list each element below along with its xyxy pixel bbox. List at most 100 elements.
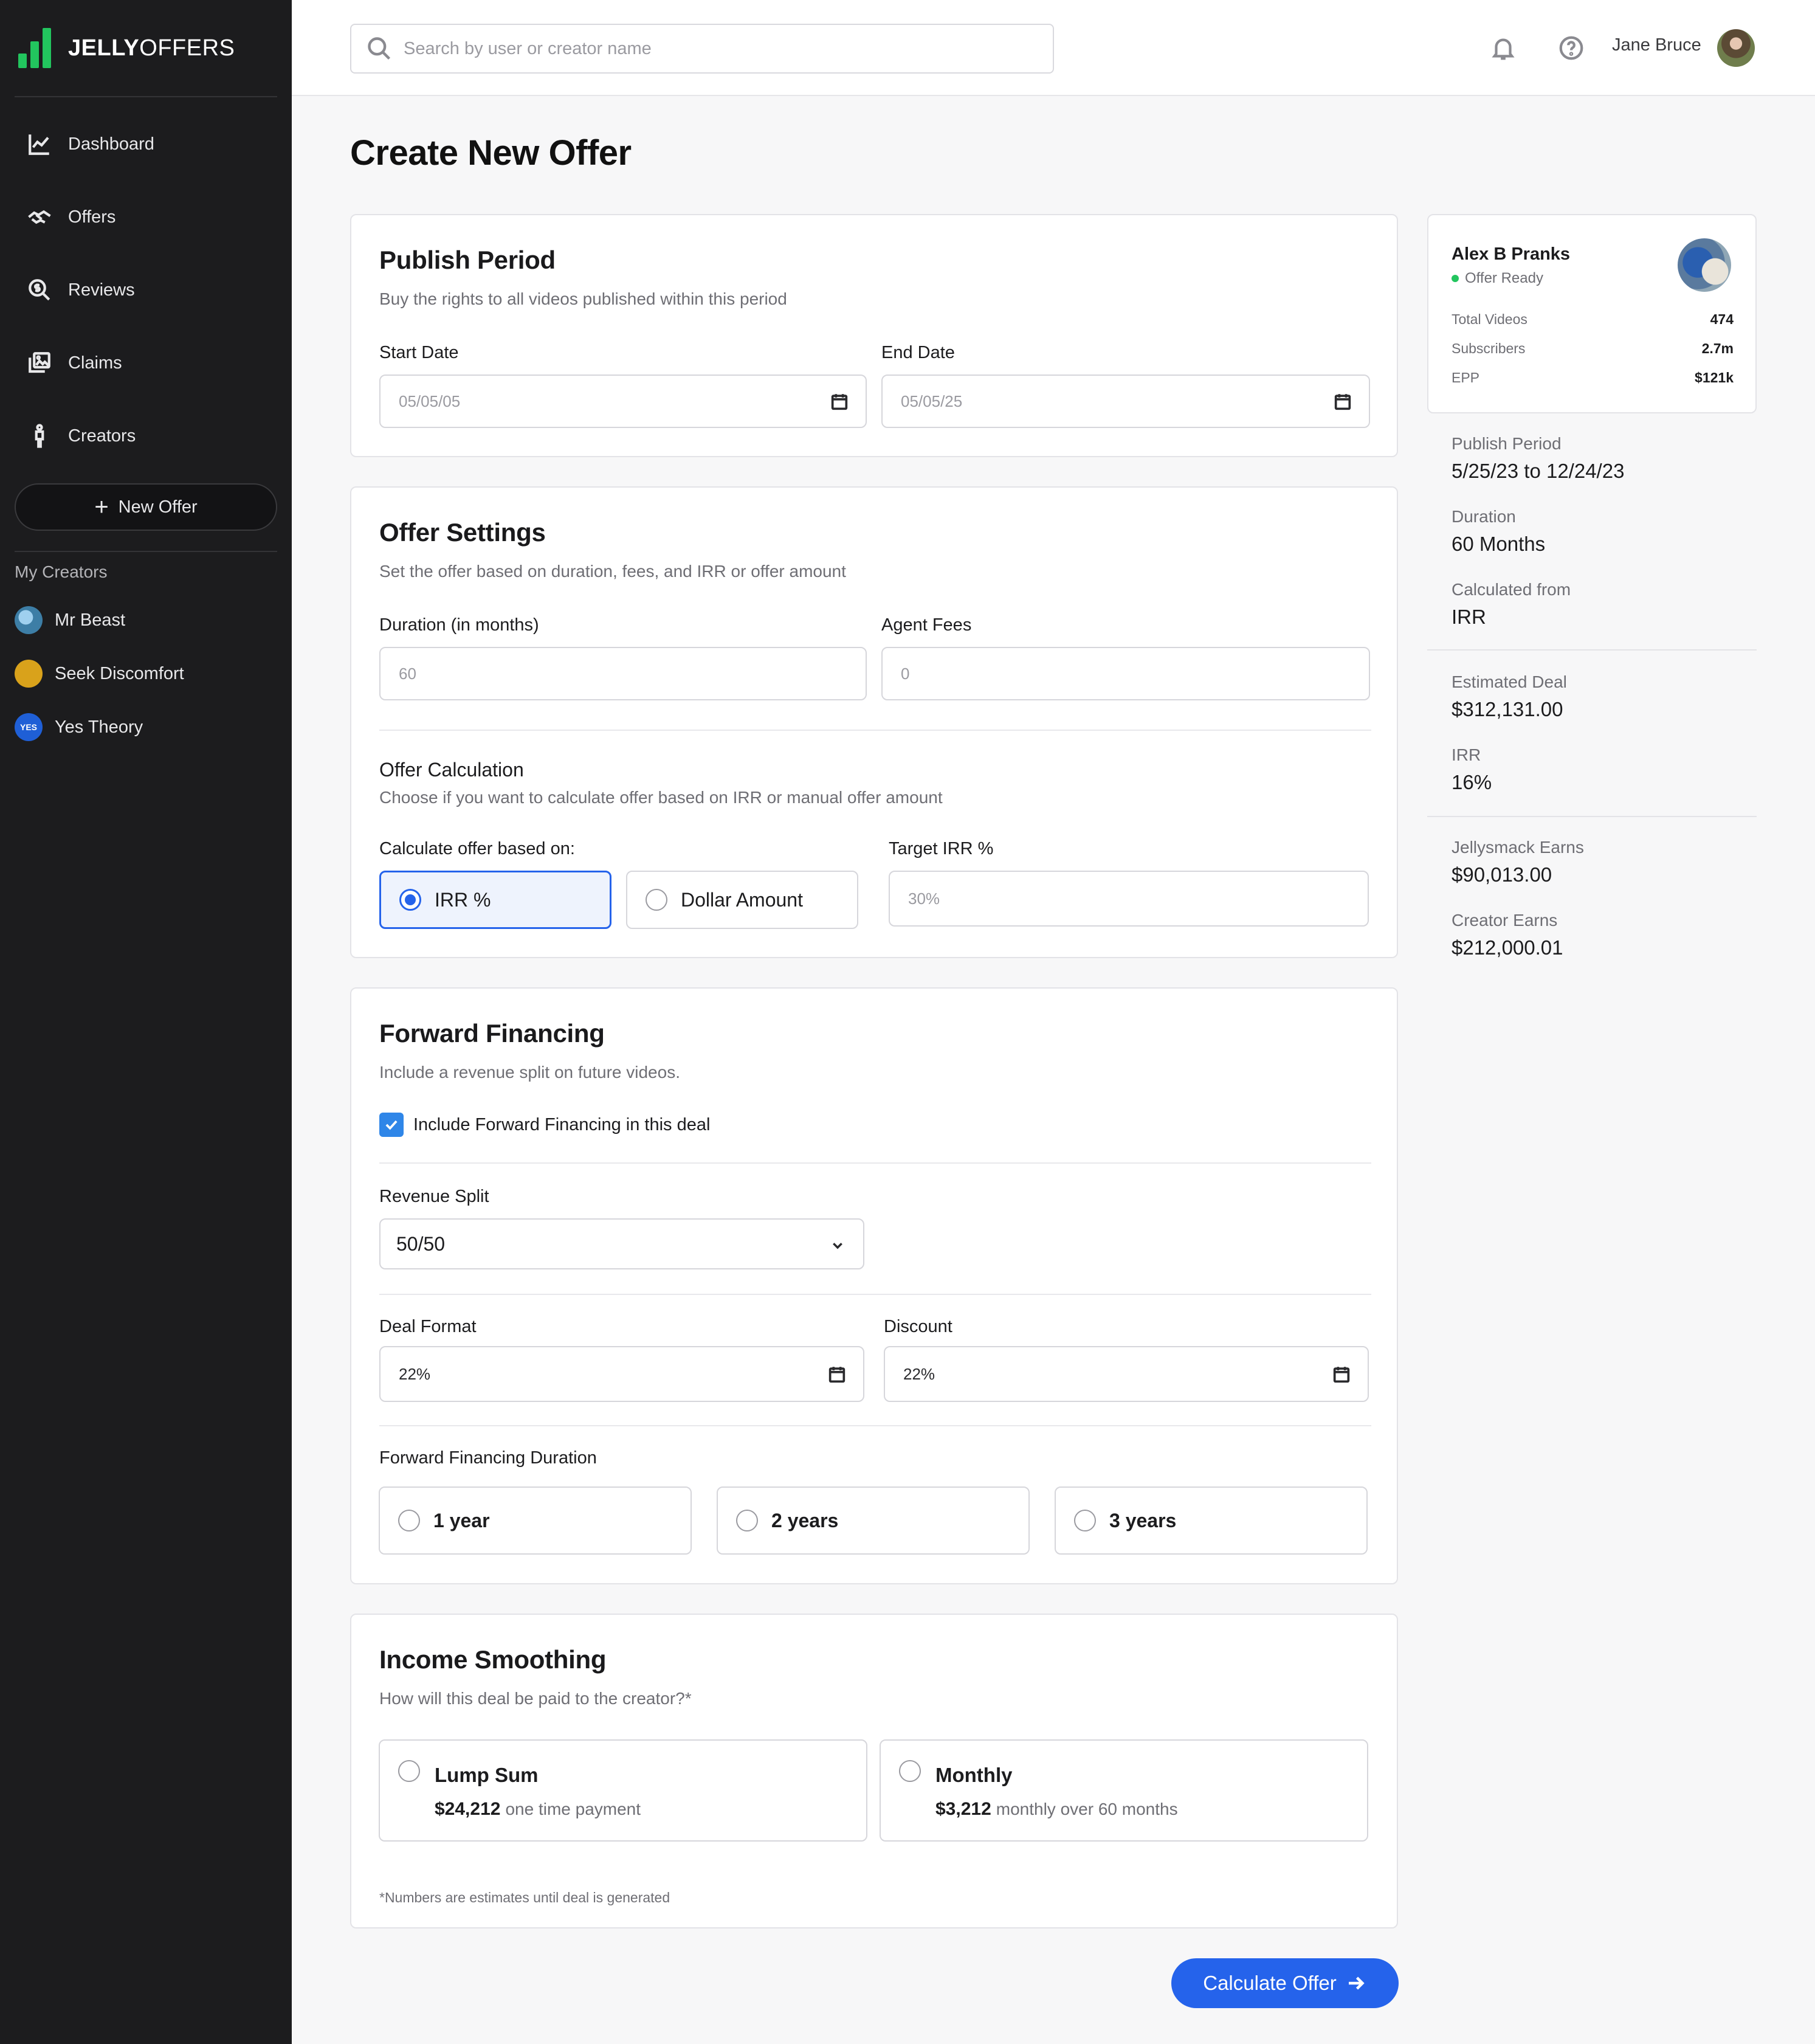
user-avatar[interactable] xyxy=(1717,29,1755,67)
logo-bars-icon xyxy=(18,28,51,68)
offer-calculation-title: Offer Calculation xyxy=(379,759,524,781)
target-irr-input[interactable]: 30% xyxy=(889,871,1369,927)
sidebar-item-label: Claims xyxy=(68,353,122,373)
creator-summary-card: Alex B Pranks Offer Ready Total Videos 47… xyxy=(1427,214,1757,413)
sidebar-item-offers[interactable]: Offers xyxy=(15,190,277,244)
monthly-desc: monthly over 60 months xyxy=(996,1800,1178,1818)
deal-format-field[interactable]: 22% xyxy=(379,1346,864,1402)
creator-name: Seek Discomfort xyxy=(55,663,184,683)
summary-publish-period-value: 5/25/23 to 12/24/23 xyxy=(1452,460,1625,482)
summary-divider xyxy=(1427,816,1757,817)
page-title: Create New Offer xyxy=(350,133,632,173)
search-icon xyxy=(368,37,391,60)
stat-row: Total Videos 474 xyxy=(1452,311,1734,327)
calendar-icon[interactable] xyxy=(827,1364,847,1385)
agent-fees-input[interactable]: 0 xyxy=(881,647,1370,700)
my-creators-heading: My Creators xyxy=(15,562,108,581)
monthly-option[interactable]: Monthly $3,212 monthly over 60 months xyxy=(880,1739,1368,1842)
sidebar-item-creators[interactable]: Creators xyxy=(15,409,277,463)
summary-duration-label: Duration xyxy=(1452,507,1516,526)
radio-unselected[interactable] xyxy=(398,1510,420,1531)
creator-name: Yes Theory xyxy=(55,717,143,737)
calendar-icon[interactable] xyxy=(829,392,850,412)
notification-bell-icon[interactable] xyxy=(1489,34,1517,62)
chart-line-icon xyxy=(29,134,49,155)
logo[interactable]: JELLYOFFERS xyxy=(18,27,235,69)
search-input[interactable] xyxy=(404,38,1011,59)
radio-selected[interactable] xyxy=(399,889,421,911)
start-date-label: Start Date xyxy=(379,343,459,362)
dollar-amount-option[interactable]: Dollar Amount xyxy=(626,871,858,929)
irr-option-label: IRR % xyxy=(435,888,491,911)
end-date-field[interactable]: 05/05/25 xyxy=(881,375,1370,428)
start-date-field[interactable]: 05/05/05 xyxy=(379,375,867,428)
sidebar-item-reviews[interactable]: Reviews xyxy=(15,263,277,317)
lump-sum-option[interactable]: Lump Sum $24,212 one time payment xyxy=(379,1739,867,1842)
sidebar-creator-seek-discomfort[interactable]: Seek Discomfort xyxy=(15,655,184,692)
radio-unselected[interactable] xyxy=(899,1760,921,1782)
offer-calculation-subtitle: Choose if you want to calculate offer ba… xyxy=(379,788,943,807)
images-icon xyxy=(29,352,50,373)
sidebar-item-dashboard[interactable]: Dashboard xyxy=(15,117,277,171)
agent-fees-label: Agent Fees xyxy=(881,615,972,635)
calendar-icon[interactable] xyxy=(1332,392,1353,412)
duration-option-2-years[interactable]: 2 years xyxy=(717,1486,1030,1555)
creator-name: Alex B Pranks xyxy=(1452,244,1571,264)
handshake-icon xyxy=(28,210,51,224)
forward-financing-duration-label: Forward Financing Duration xyxy=(379,1448,597,1468)
radio-unselected[interactable] xyxy=(736,1510,758,1531)
include-forward-financing-label[interactable]: Include Forward Financing in this deal xyxy=(413,1115,710,1135)
end-date-label: End Date xyxy=(881,343,955,362)
calculate-offer-button[interactable]: Calculate Offer xyxy=(1171,1958,1399,2008)
radio-unselected[interactable] xyxy=(1074,1510,1096,1531)
offer-settings-card: Offer Settings Set the offer based on du… xyxy=(350,486,1398,958)
section-title: Publish Period xyxy=(379,246,556,274)
calendar-icon[interactable] xyxy=(1331,1364,1352,1385)
search-box[interactable] xyxy=(350,24,1054,74)
new-offer-button[interactable]: + New Offer xyxy=(15,483,277,531)
duration-option-3-years[interactable]: 3 years xyxy=(1055,1486,1368,1555)
lump-sum-amount: $24,212 xyxy=(435,1799,501,1819)
estimates-footnote: *Numbers are estimates until deal is gen… xyxy=(379,1890,670,1905)
lump-sum-desc: one time payment xyxy=(505,1800,641,1818)
forward-financing-checkbox[interactable] xyxy=(379,1113,404,1137)
sidebar-creator-mr-beast[interactable]: Mr Beast xyxy=(15,602,125,638)
summary-estimated-deal-label: Estimated Deal xyxy=(1452,672,1567,691)
duration-value: 60 xyxy=(399,664,416,683)
duration-option-1-year[interactable]: 1 year xyxy=(379,1486,692,1555)
sidebar-divider xyxy=(15,96,277,97)
divider xyxy=(379,1425,1371,1426)
sidebar: JELLYOFFERS Dashboard Offers Reviews Cla… xyxy=(0,0,292,2044)
summary-jellysmack-earns-label: Jellysmack Earns xyxy=(1452,838,1584,857)
summary-creator-earns-value: $212,000.01 xyxy=(1452,936,1563,959)
discount-value: 22% xyxy=(903,1364,935,1383)
duration-input[interactable]: 60 xyxy=(379,647,867,700)
target-irr-label: Target IRR % xyxy=(889,839,994,858)
irr-option[interactable]: IRR % xyxy=(379,871,611,929)
sidebar-item-label: Offers xyxy=(68,207,116,227)
discount-field[interactable]: 22% xyxy=(884,1346,1369,1402)
section-subtitle: Set the offer based on duration, fees, a… xyxy=(379,562,846,581)
revenue-split-select[interactable]: 50/50 xyxy=(379,1218,864,1269)
avatar xyxy=(15,660,43,688)
discount-label: Discount xyxy=(884,1317,952,1336)
summary-calculated-from-label: Calculated from xyxy=(1452,580,1571,599)
avatar xyxy=(15,606,43,634)
stat-row: Subscribers 2.7m xyxy=(1452,340,1734,356)
duration-option-label: 1 year xyxy=(433,1509,490,1531)
summary-calculated-from-value: IRR xyxy=(1452,606,1486,628)
help-icon[interactable] xyxy=(1557,34,1585,62)
status-badge: Offer Ready xyxy=(1452,270,1543,287)
radio-unselected[interactable] xyxy=(646,889,667,911)
user-name[interactable]: Jane Bruce xyxy=(1612,35,1701,55)
sidebar-creator-yes-theory[interactable]: YES Yes Theory xyxy=(15,709,143,745)
divider xyxy=(379,730,1371,731)
target-irr-value: 30% xyxy=(908,889,940,908)
dollar-search-icon xyxy=(29,279,50,301)
summary-irr-value: 16% xyxy=(1452,771,1492,793)
arrow-right-icon xyxy=(1348,1977,1365,1990)
sidebar-item-claims[interactable]: Claims xyxy=(15,336,277,390)
summary-jellysmack-earns-value: $90,013.00 xyxy=(1452,863,1552,886)
brand-name: JELLYOFFERS xyxy=(68,35,235,61)
radio-unselected[interactable] xyxy=(398,1760,420,1782)
